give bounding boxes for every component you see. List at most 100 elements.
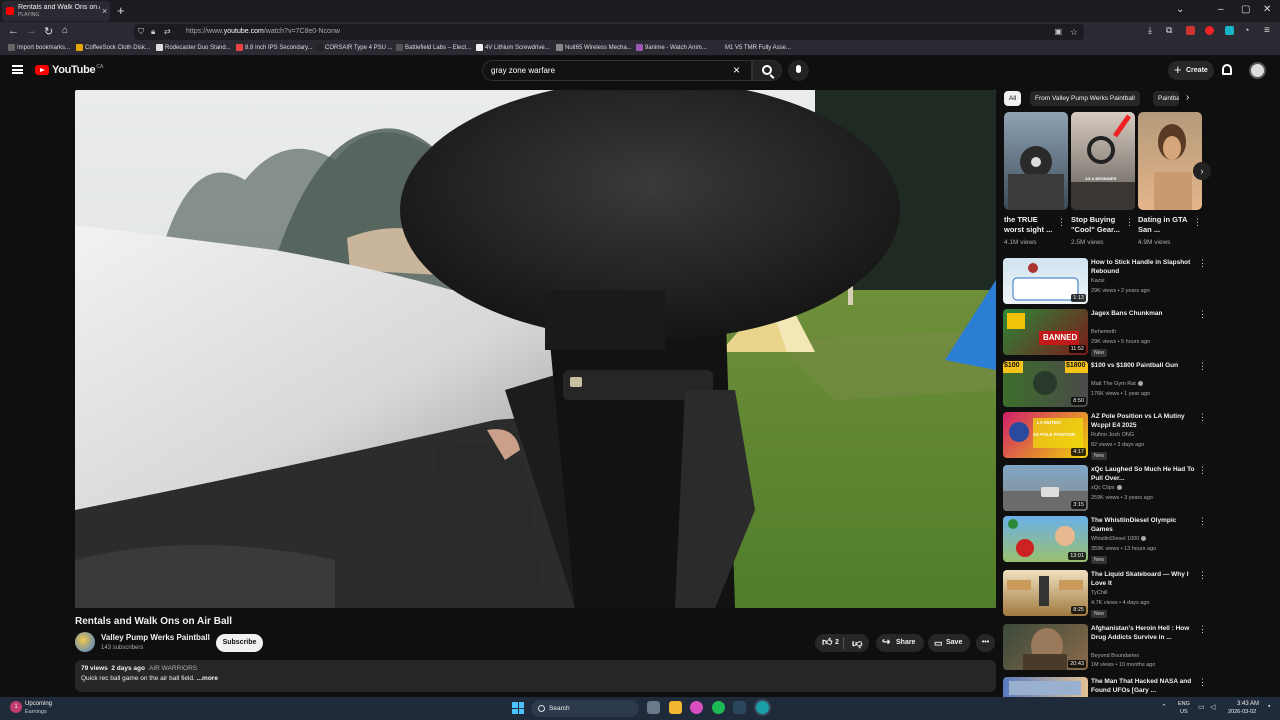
bookmark-item[interactable]: Import bookmarks... — [8, 44, 70, 51]
recommendation-title[interactable]: How to Stick Handle in Slapshot Rebound — [1091, 258, 1199, 276]
youtube-logo[interactable]: YouTube CA — [35, 64, 103, 76]
recommendation-channel[interactable]: Beyond Boundaries — [1091, 653, 1139, 659]
taskbar-clock-date[interactable]: 2026-03-02 — [1228, 709, 1256, 715]
network-icon[interactable]: ▭ — [1198, 703, 1205, 711]
extension-red-icon[interactable] — [1205, 26, 1214, 35]
recommendation-item[interactable]: 1:13 How to Stick Handle in Slapshot Reb… — [1003, 258, 1207, 306]
recommendation-title[interactable]: The Man That Hacked NASA and Found UFOs … — [1091, 677, 1199, 695]
browser-taskbar-icon[interactable] — [756, 701, 769, 714]
chips-next-chevron-icon[interactable]: › — [1186, 92, 1189, 103]
file-explorer-icon[interactable] — [669, 701, 682, 714]
thumbs-up-icon[interactable]: 👍︎ — [822, 634, 832, 652]
menu-icon[interactable]: ≡ — [1264, 25, 1270, 36]
short-title[interactable]: Stop Buying "Cool" Gear... — [1071, 215, 1123, 235]
chip-all[interactable]: All — [1004, 91, 1022, 106]
task-view-icon[interactable] — [647, 701, 660, 714]
screenshot-icon[interactable]: ▣ — [1054, 24, 1062, 40]
extension-icon[interactable] — [1186, 26, 1195, 35]
recommendation-thumbnail[interactable]: 13:01 — [1003, 516, 1088, 562]
recommendation-thumbnail[interactable]: 3:15 — [1003, 465, 1088, 511]
recommendation-title[interactable]: xQc Laughed So Much He Had To Pull Over.… — [1091, 465, 1199, 483]
recommendation-menu-icon[interactable]: ⋮ — [1198, 516, 1207, 527]
recommendation-menu-icon[interactable]: ⋮ — [1198, 258, 1207, 269]
notification-center-icon[interactable]: ▪ — [1268, 703, 1270, 710]
recommendation-item[interactable]: BANNED 11:52 Jagex Bans Chunkman Behemet… — [1003, 309, 1207, 357]
create-button[interactable]: Create — [1168, 60, 1214, 80]
profile-icon[interactable]: ◔ — [1244, 25, 1249, 35]
video-player[interactable] — [75, 90, 996, 608]
recommendation-thumbnail[interactable] — [1003, 677, 1088, 697]
short-thumbnail[interactable]: AS A BEGINNER — [1071, 112, 1135, 210]
extensions-icon[interactable]: ⧉ — [1166, 25, 1172, 36]
language-region[interactable]: US — [1180, 709, 1188, 715]
recommendation-channel[interactable]: Rufino Josh ONG — [1091, 432, 1134, 438]
recommendation-item[interactable]: 3:15 xQc Laughed So Much He Had To Pull … — [1003, 465, 1207, 513]
voice-search-mic-icon[interactable] — [788, 60, 809, 81]
recommendation-channel[interactable]: WhistlinDiesel 1000 — [1091, 536, 1147, 542]
recommendation-menu-icon[interactable]: ⋮ — [1198, 624, 1207, 635]
account-avatar[interactable] — [1249, 62, 1266, 79]
recommendation-channel[interactable]: Behemeth — [1091, 329, 1116, 335]
recommendation-item[interactable]: LA MUTINY AZ POLE POSITION 4:17 AZ Pole … — [1003, 412, 1207, 460]
subscribe-button[interactable]: Subscribe — [216, 634, 263, 652]
discord-app-icon[interactable] — [690, 701, 703, 714]
tab-list-chevron-icon[interactable]: ⌄ — [1176, 4, 1184, 15]
minimize-icon[interactable]: – — [1218, 4, 1224, 15]
recommendation-menu-icon[interactable]: ⋮ — [1198, 677, 1203, 688]
bookmark-item[interactable]: Rodecaster Duo Stand... — [156, 44, 231, 51]
taskbar-clock-time[interactable]: 3:43 AM — [1237, 701, 1259, 707]
forward-icon[interactable]: → — [26, 25, 37, 37]
bookmark-item[interactable]: 8.8 Inch IPS Secondary... — [236, 44, 313, 51]
volume-icon[interactable]: ◁ — [1210, 703, 1215, 711]
recommendation-thumbnail[interactable]: 1:13 — [1003, 258, 1088, 304]
description-more-link[interactable]: ...more — [197, 675, 218, 682]
recommendation-item[interactable]: 20:43 Afghanistan's Heroin Hell : How Dr… — [1003, 624, 1207, 672]
tray-overflow-chevron-icon[interactable]: ⌃ — [1161, 703, 1167, 711]
recommendation-title[interactable]: The WhistlinDiesel Olympic Games — [1091, 516, 1199, 534]
home-icon[interactable]: ⌂ — [62, 25, 68, 36]
url-bar[interactable]: ⛉ 🔒︎ ⇄ https://www.youtube.com/watch?v=7… — [134, 24, 1084, 40]
tab-close-icon[interactable]: × — [102, 6, 107, 16]
channel-avatar[interactable] — [75, 632, 95, 652]
recommendation-channel[interactable]: Kazsi — [1091, 278, 1104, 284]
recommendation-title[interactable]: AZ Pole Position vs LA Mutiny Wcppl E4 2… — [1091, 412, 1199, 430]
shield-icon[interactable]: ⛉ — [138, 24, 144, 40]
shorts-next-chevron-icon[interactable]: › — [1193, 162, 1211, 180]
bookmark-item[interactable]: CoffeeSock Cloth Disk... — [76, 44, 150, 51]
recommendation-channel[interactable]: Matt The Gym Rat — [1091, 381, 1143, 387]
short-thumbnail[interactable] — [1004, 112, 1068, 210]
save-button[interactable]: ▭ Save — [928, 634, 970, 652]
bookmark-star-icon[interactable]: ☆ — [1070, 24, 1078, 40]
recommendation-menu-icon[interactable]: ⋮ — [1198, 412, 1207, 423]
bookmark-item[interactable]: 9anime - Watch Anim... — [636, 44, 707, 51]
earnings-widget-subtitle[interactable]: Earnings — [25, 709, 47, 715]
earnings-widget-title[interactable]: Upcoming — [25, 701, 52, 707]
short-title[interactable]: Dating in GTA San ... — [1138, 215, 1190, 235]
bookmark-item[interactable]: Battlefield Labs – Elect... — [396, 44, 471, 51]
downloads-icon[interactable]: ⤓ — [1148, 25, 1152, 36]
video-tag[interactable]: AIR WARRIORS — [149, 665, 197, 672]
recommendation-item[interactable]: 8:25 The Liquid Skateboard — Why I Love … — [1003, 570, 1207, 618]
recommendation-menu-icon[interactable]: ⋮ — [1198, 309, 1207, 320]
new-tab-button[interactable]: + — [117, 3, 125, 18]
recommendation-title[interactable]: The Liquid Skateboard — Why I Love It — [1091, 570, 1199, 588]
recommendation-menu-icon[interactable]: ⋮ — [1198, 570, 1207, 581]
search-input[interactable]: gray zone warfare — [482, 60, 752, 81]
recommendation-thumbnail[interactable]: 8:25 — [1003, 570, 1088, 616]
bookmark-item[interactable]: M1 V5 TMR Fully Asse... — [716, 44, 791, 51]
short-title[interactable]: the TRUE worst sight ... — [1004, 215, 1056, 235]
recommendation-menu-icon[interactable]: ⋮ — [1198, 361, 1207, 372]
short-menu-icon[interactable]: ⋮ — [1057, 217, 1066, 228]
steam-icon[interactable] — [733, 701, 746, 714]
windows-start-icon[interactable] — [512, 702, 524, 714]
recommendation-thumbnail[interactable]: 20:43 — [1003, 624, 1088, 670]
search-button[interactable] — [752, 60, 782, 81]
more-actions-button[interactable]: ••• — [976, 634, 995, 652]
search-clear-icon[interactable]: × — [733, 63, 740, 77]
recommendation-title[interactable]: $100 vs $1800 Paintball Gun — [1091, 361, 1199, 370]
bookmark-item[interactable]: CORSAIR Type 4 PSU ... — [316, 44, 393, 51]
recommendation-title[interactable]: Afghanistan's Heroin Hell : How Drug Add… — [1091, 624, 1199, 642]
recommendation-item[interactable]: $100 $1800 8:50 $100 vs $1800 Paintball … — [1003, 361, 1207, 409]
reload-icon[interactable]: ↻ — [44, 25, 53, 38]
recommendation-channel[interactable]: TyChill — [1091, 590, 1108, 596]
